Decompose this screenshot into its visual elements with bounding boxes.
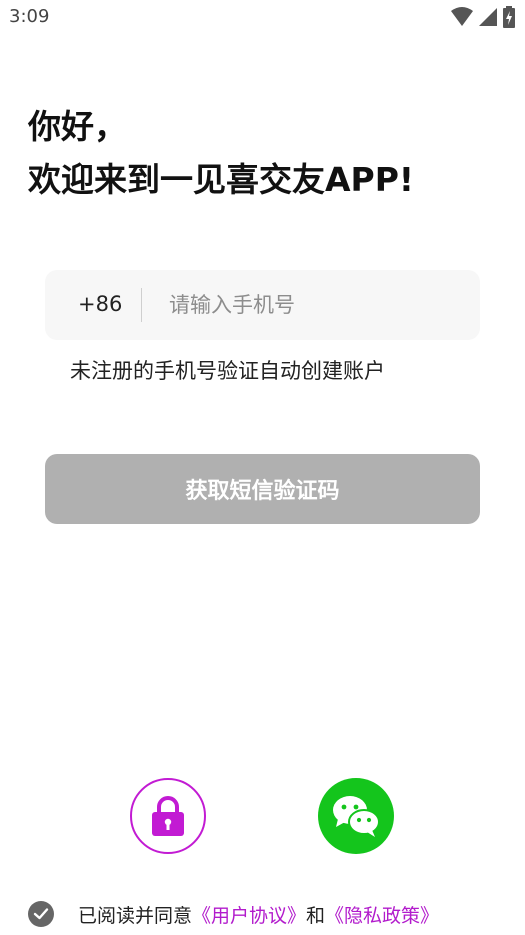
status-bar: 3:09 [0, 0, 525, 36]
greeting: 你好， 欢迎来到一见喜交友APP! [28, 100, 414, 206]
password-login-button[interactable] [130, 778, 206, 854]
wechat-icon [333, 796, 380, 837]
country-code[interactable]: +86 [78, 292, 122, 316]
wechat-login-button[interactable] [318, 778, 394, 854]
get-sms-code-button[interactable]: 获取短信验证码 [45, 454, 480, 524]
greeting-line-2: 欢迎来到一见喜交友APP! [28, 160, 414, 199]
agreement-checkbox[interactable] [28, 901, 54, 927]
privacy-policy-link[interactable]: 《隐私政策》 [325, 905, 439, 927]
phone-hint: 未注册的手机号验证自动创建账户 [70, 359, 385, 383]
phone-field: +86 [45, 270, 480, 340]
battery-charging-icon [503, 6, 515, 28]
agreement: 已阅读并同意《用户协议》和《隐私政策》 [28, 898, 439, 930]
field-divider [141, 288, 142, 322]
status-time: 3:09 [9, 6, 50, 27]
agreement-prefix: 已阅读并同意 [78, 904, 193, 927]
agreement-and: 和 [306, 904, 326, 927]
agreement-text: 已阅读并同意《用户协议》和《隐私政策》 [78, 901, 439, 928]
status-icons [451, 6, 515, 28]
lock-icon [152, 796, 184, 836]
checkmark-icon [33, 908, 49, 920]
user-agreement-link[interactable]: 《用户协议》 [192, 905, 306, 927]
wifi-icon [451, 7, 473, 26]
phone-input[interactable] [159, 286, 479, 324]
cellular-signal-icon [479, 8, 497, 26]
greeting-line-1: 你好， [28, 107, 127, 146]
